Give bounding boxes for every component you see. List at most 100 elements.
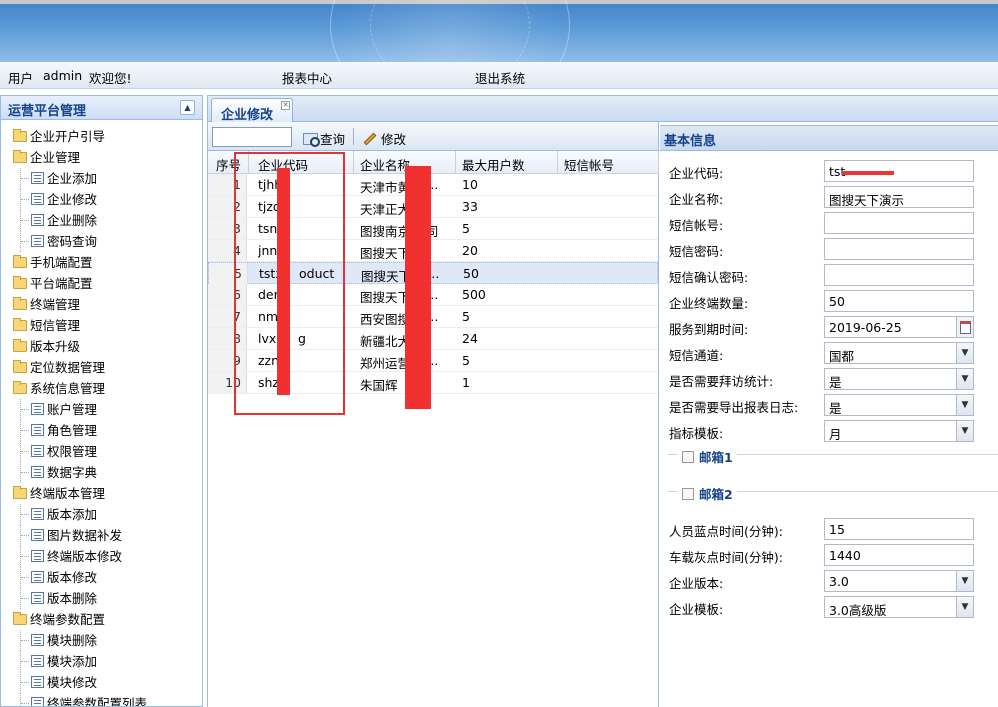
sidebar-item-label: 模块删除 <box>47 633 98 648</box>
sidebar-item[interactable]: 密码查询 <box>1 231 202 252</box>
sidebar-item-label: 图片数据补发 <box>47 528 123 543</box>
cell-name: 西安图搜 <box>360 312 411 327</box>
search-input[interactable] <box>212 127 292 147</box>
field-label: 车载灰点时间(分钟): <box>669 550 783 565</box>
sidebar-item[interactable]: 账户管理 <box>1 399 202 420</box>
sidebar-item-label: 平台端配置 <box>30 276 93 291</box>
expire-date-field[interactable]: 2019-06-25 <box>824 316 974 338</box>
sidebar-item[interactable]: 版本删除 <box>1 588 202 609</box>
sms-channel-select[interactable]: 国都 ▼ <box>824 342 974 364</box>
col-header-name[interactable]: 企业名称 <box>360 155 410 174</box>
gray-time-field[interactable]: 1440 <box>824 544 974 566</box>
cell-name: 新疆北大 <box>360 334 411 349</box>
report-log-select[interactable]: 是 ▼ <box>824 394 974 416</box>
query-button[interactable]: 查询 <box>303 129 345 148</box>
search-icon <box>303 132 320 147</box>
sidebar-item[interactable]: 系统信息管理 <box>1 378 202 399</box>
template-select[interactable]: 月 ▼ <box>824 420 974 442</box>
cell-name: 天津市黄 <box>360 180 411 195</box>
sidebar-item-label: 终端参数配置列表 <box>47 696 148 707</box>
form-row-sms-account: 短信帐号: <box>669 212 989 234</box>
sidebar-item[interactable]: 企业添加 <box>1 168 202 189</box>
calendar-icon[interactable] <box>956 317 973 337</box>
mailbox2-checkbox[interactable] <box>682 487 694 500</box>
visit-stat-select[interactable]: 是 ▼ <box>824 368 974 390</box>
sidebar-item[interactable]: 版本修改 <box>1 567 202 588</box>
form-row-expire: 服务到期时间: 2019-06-25 <box>669 316 989 338</box>
cell-max-users: 33 <box>462 199 478 214</box>
sidebar-item[interactable]: 定位数据管理 <box>1 357 202 378</box>
sidebar-item-label: 终端参数配置 <box>30 612 106 627</box>
dropdown-arrow-icon[interactable]: ▼ <box>956 343 973 363</box>
sidebar-item[interactable]: 短信管理 <box>1 315 202 336</box>
sidebar-item[interactable]: 平台端配置 <box>1 273 202 294</box>
folder-icon <box>13 339 27 352</box>
page-icon <box>31 235 44 247</box>
sidebar-item[interactable]: 版本升级 <box>1 336 202 357</box>
col-header-max-users[interactable]: 最大用户数 <box>462 155 525 174</box>
sidebar-item[interactable]: 企业删除 <box>1 210 202 231</box>
sidebar-item-label: 版本删除 <box>47 591 98 606</box>
sidebar-item[interactable]: 终端参数配置列表 <box>1 693 202 707</box>
cell-name: 朱国辉 <box>360 378 398 393</box>
sidebar-item[interactable]: 模块删除 <box>1 630 202 651</box>
sidebar-item[interactable]: 版本添加 <box>1 504 202 525</box>
field-value: 3.0高级版 <box>829 603 887 618</box>
cell-max-users: 1 <box>462 375 470 390</box>
ent-template-select[interactable]: 3.0高级版 ▼ <box>824 596 974 618</box>
collapse-up-icon[interactable]: ▲ <box>180 100 195 115</box>
sidebar-item[interactable]: 企业修改 <box>1 189 202 210</box>
sidebar-item-label: 终端版本管理 <box>30 486 106 501</box>
code-field[interactable]: tst <box>824 160 974 182</box>
redaction-line <box>842 171 894 175</box>
sidebar-item[interactable]: 权限管理 <box>1 441 202 462</box>
detail-form: 基本信息 企业代码: tst 企业名称: 图搜天下演示 短信帐号: 短信密码: 短信确认密码… <box>660 122 998 707</box>
sidebar-item-label: 企业添加 <box>47 171 98 186</box>
sidebar-item[interactable]: 手机端配置 <box>1 252 202 273</box>
dropdown-arrow-icon[interactable]: ▼ <box>956 571 973 591</box>
cell-name: 图搜天下 <box>360 290 411 305</box>
dropdown-arrow-icon[interactable]: ▼ <box>956 597 973 617</box>
mailbox1-checkbox[interactable] <box>682 450 694 463</box>
tab-enterprise-edit[interactable]: 企业修改 ✕ <box>211 98 293 123</box>
blue-time-field[interactable]: 15 <box>824 518 974 540</box>
version-select[interactable]: 3.0 ▼ <box>824 570 974 592</box>
folder-icon <box>13 381 27 394</box>
dropdown-arrow-icon[interactable]: ▼ <box>956 395 973 415</box>
sidebar-item[interactable]: 数据字典 <box>1 462 202 483</box>
toolbar-separator <box>353 128 354 145</box>
close-icon[interactable]: ✕ <box>281 101 290 110</box>
page-icon <box>31 214 44 226</box>
sidebar-header: 运营平台管理 ▲ <box>1 96 202 120</box>
sidebar-item[interactable]: 终端参数配置 <box>1 609 202 630</box>
page-icon <box>31 529 44 541</box>
sidebar-item[interactable]: 角色管理 <box>1 420 202 441</box>
sidebar-item[interactable]: 图片数据补发 <box>1 525 202 546</box>
redaction-bar-code <box>277 168 290 395</box>
page-icon <box>31 634 44 646</box>
sidebar-item[interactable]: 终端版本修改 <box>1 546 202 567</box>
sms-pwd-field[interactable] <box>824 238 974 260</box>
sms-account-field[interactable] <box>824 212 974 234</box>
terminal-count-field[interactable]: 50 <box>824 290 974 312</box>
sidebar-item[interactable]: 企业管理 <box>1 147 202 168</box>
pencil-icon <box>363 132 377 145</box>
sidebar-item[interactable]: 模块修改 <box>1 672 202 693</box>
logout-link[interactable]: 退出系统 <box>475 68 525 87</box>
form-row-gray-time: 车载灰点时间(分钟): 1440 <box>669 544 989 566</box>
report-center-link[interactable]: 报表中心 <box>282 68 332 87</box>
name-field[interactable]: 图搜天下演示 <box>824 186 974 208</box>
col-header-sms-account[interactable]: 短信帐号 <box>564 155 614 174</box>
field-label: 是否需要拜访统计: <box>669 374 774 389</box>
sidebar-item[interactable]: 企业开户引导 <box>1 126 202 147</box>
sidebar-item[interactable]: 终端版本管理 <box>1 483 202 504</box>
edit-button[interactable]: 修改 <box>363 129 406 148</box>
sidebar-item[interactable]: 终端管理 <box>1 294 202 315</box>
sidebar-item-label: 账户管理 <box>47 402 98 417</box>
dropdown-arrow-icon[interactable]: ▼ <box>956 421 973 441</box>
user-bar: 用户 admin 欢迎您! 报表中心 退出系统 <box>0 62 998 89</box>
folder-icon <box>13 129 27 142</box>
dropdown-arrow-icon[interactable]: ▼ <box>956 369 973 389</box>
sms-pwd2-field[interactable] <box>824 264 974 286</box>
sidebar-item[interactable]: 模块添加 <box>1 651 202 672</box>
